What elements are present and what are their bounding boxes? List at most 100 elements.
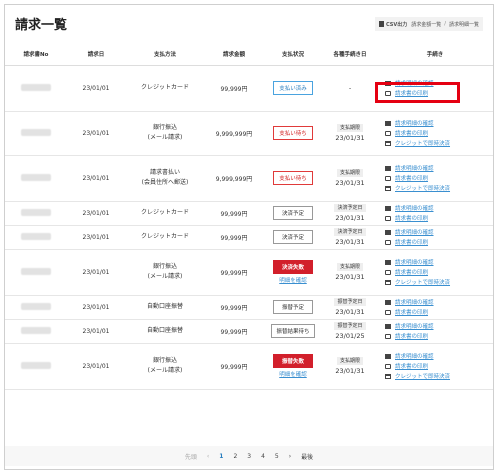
action-label: 請求書の印刷 (395, 240, 429, 246)
payment-method-detail: (メール請求) (147, 273, 183, 280)
cell-invoice-date: 23/01/01 (67, 201, 125, 226)
action-label: クレジットで即時決済 (395, 280, 451, 286)
check-details-link[interactable]: 明細を確認 (263, 276, 323, 284)
printer-icon (385, 269, 391, 275)
pagination-first[interactable]: 先頭 (185, 452, 197, 461)
pagination-prev[interactable]: ‹ (207, 453, 209, 460)
due-label: 振替予定日 (334, 322, 366, 330)
cell-invoice-no (5, 295, 67, 320)
due-label: 振替予定日 (334, 298, 366, 306)
pay-by-credit-link[interactable]: クレジットで即時決済 (385, 138, 493, 148)
print-invoice-link[interactable]: 請求書の印刷 (385, 361, 493, 371)
status-badge: 振替結果待ち (271, 324, 315, 338)
status-badge: 振替予定 (273, 300, 313, 314)
view-invoice-details-link[interactable]: 請求明細の確認 (385, 297, 493, 307)
view-invoice-details-link[interactable]: 請求明細の確認 (385, 163, 493, 173)
col-header-procedure-date: 各種手続き日 (323, 43, 377, 66)
pagination-next[interactable]: › (289, 453, 291, 460)
cell-payment-status: 決済予定 (263, 201, 323, 226)
cell-procedure-date: 決済予定日 23/01/31 (323, 201, 377, 226)
payment-method: 請求書払い (149, 169, 180, 176)
pay-by-credit-link[interactable]: クレジットで即時決済 (385, 277, 493, 287)
cell-invoice-no (5, 343, 67, 390)
print-invoice-link[interactable]: 請求書の印刷 (385, 331, 493, 341)
action-label: 請求明細の確認 (395, 121, 434, 127)
cell-payment-method: クレジットカード (125, 225, 205, 250)
cell-invoice-date: 23/01/01 (67, 65, 125, 112)
cell-invoice-date: 23/01/01 (67, 343, 125, 390)
invoice-list-panel: 請求一覧 CSV出力 請求金額一覧 / 請求明細一覧 請求書No 請求日 支払方… (4, 4, 494, 470)
cell-procedure-date: 振替予定日 23/01/31 (323, 295, 377, 320)
pagination-page-1[interactable]: 1 (219, 453, 223, 460)
print-invoice-link[interactable]: 請求書の印刷 (385, 307, 493, 317)
table-row: 23/01/01 クレジットカード 99,999円 決済予定 決済予定日 23/01/31… (5, 225, 493, 250)
cell-actions: 請求明細の確認 請求書の印刷 (377, 201, 493, 226)
view-invoice-details-link[interactable]: 請求明細の確認 (385, 118, 493, 128)
cell-payment-status: 支払い待ち (263, 155, 323, 202)
pagination-last[interactable]: 最後 (301, 452, 313, 461)
pagination-page-4[interactable]: 4 (261, 453, 265, 460)
view-invoice-details-link[interactable]: 請求明細の確認 (385, 351, 493, 361)
due-date: 23/01/31 (335, 238, 365, 246)
due-label: 支払期限 (336, 263, 363, 271)
pagination-page-3[interactable]: 3 (247, 453, 251, 460)
cell-payment-method: 自動口座振替 (125, 295, 205, 320)
pagination-page-5[interactable]: 5 (275, 453, 279, 460)
action-label: 請求明細の確認 (395, 354, 434, 360)
check-details-link[interactable]: 明細を確認 (263, 370, 323, 378)
cell-payment-status: 支払い待ち (263, 111, 323, 156)
status-badge: 振替失敗 (273, 354, 313, 368)
cell-invoice-date: 23/01/01 (67, 111, 125, 156)
cell-amount: 99,999円 (205, 295, 263, 320)
cell-procedure-date: 決済予定日 23/01/31 (323, 225, 377, 250)
credit-card-icon (385, 279, 391, 285)
view-invoice-details-link[interactable]: 請求明細の確認 (385, 257, 493, 267)
pay-by-credit-link[interactable]: クレジットで即時決済 (385, 183, 493, 193)
print-invoice-link[interactable]: 請求書の印刷 (385, 128, 493, 138)
document-icon (385, 229, 391, 235)
cell-payment-method: クレジットカード (125, 201, 205, 226)
print-invoice-link[interactable]: 請求書の印刷 (385, 267, 493, 277)
cell-invoice-no (5, 65, 67, 112)
status-badge: 決済失敗 (273, 260, 313, 274)
cell-actions: 請求明細の確認 請求書の印刷 クレジットで即時決済 (377, 111, 493, 156)
status-badge: 支払い済み (273, 81, 313, 95)
highlight-box-print-invoice (375, 82, 460, 103)
breadcrumb-invoice-detail-list[interactable]: 請求明細一覧 (449, 21, 479, 28)
pagination-page-2[interactable]: 2 (233, 453, 237, 460)
view-invoice-details-link[interactable]: 請求明細の確認 (385, 321, 493, 331)
printer-icon (385, 175, 391, 181)
status-badge: 決済予定 (273, 206, 313, 220)
print-invoice-link[interactable]: 請求書の印刷 (385, 173, 493, 183)
cell-payment-status: 振替予定 (263, 295, 323, 320)
cell-procedure-date: 振替予定日 23/01/25 (323, 319, 377, 344)
due-label: 支払期限 (336, 357, 363, 365)
due-label: 支払期限 (336, 169, 363, 177)
csv-export-button[interactable]: CSV出力 (379, 21, 407, 28)
cell-invoice-no (5, 225, 67, 250)
table-row: 23/01/01 銀行振込 (メール請求) 99,999円 振替失敗 明細を確認 支払期限 2… (5, 343, 493, 390)
document-icon (385, 120, 391, 126)
pay-by-credit-link[interactable]: クレジットで即時決済 (385, 371, 493, 381)
breadcrumb-separator: / (444, 21, 446, 27)
cell-invoice-no (5, 155, 67, 202)
cell-procedure-date: 支払期限 23/01/31 (323, 343, 377, 390)
breadcrumb-invoice-amount-list[interactable]: 請求金額一覧 (411, 21, 441, 28)
cell-amount: 99,999円 (205, 249, 263, 296)
print-invoice-link[interactable]: 請求書の印刷 (385, 213, 493, 223)
table-row: 23/01/01 クレジットカード 99,999円 決済予定 決済予定日 23/01/31… (5, 201, 493, 226)
redacted-invoice-no (21, 232, 51, 240)
payment-method: 自動口座振替 (146, 327, 183, 334)
payment-method-detail: (メール請求) (147, 134, 183, 141)
cell-invoice-no (5, 201, 67, 226)
view-invoice-details-link[interactable]: 請求明細の確認 (385, 227, 493, 237)
cell-actions: 請求明細の確認 請求書の印刷 (377, 319, 493, 344)
print-invoice-link[interactable]: 請求書の印刷 (385, 237, 493, 247)
payment-method: クレジットカード (140, 233, 189, 240)
printer-icon (385, 333, 391, 339)
payment-method-detail: (メール請求) (147, 367, 183, 374)
payment-method: クレジットカード (140, 209, 189, 216)
printer-icon (385, 130, 391, 136)
view-invoice-details-link[interactable]: 請求明細の確認 (385, 203, 493, 213)
action-label: クレジットで即時決済 (395, 374, 451, 380)
